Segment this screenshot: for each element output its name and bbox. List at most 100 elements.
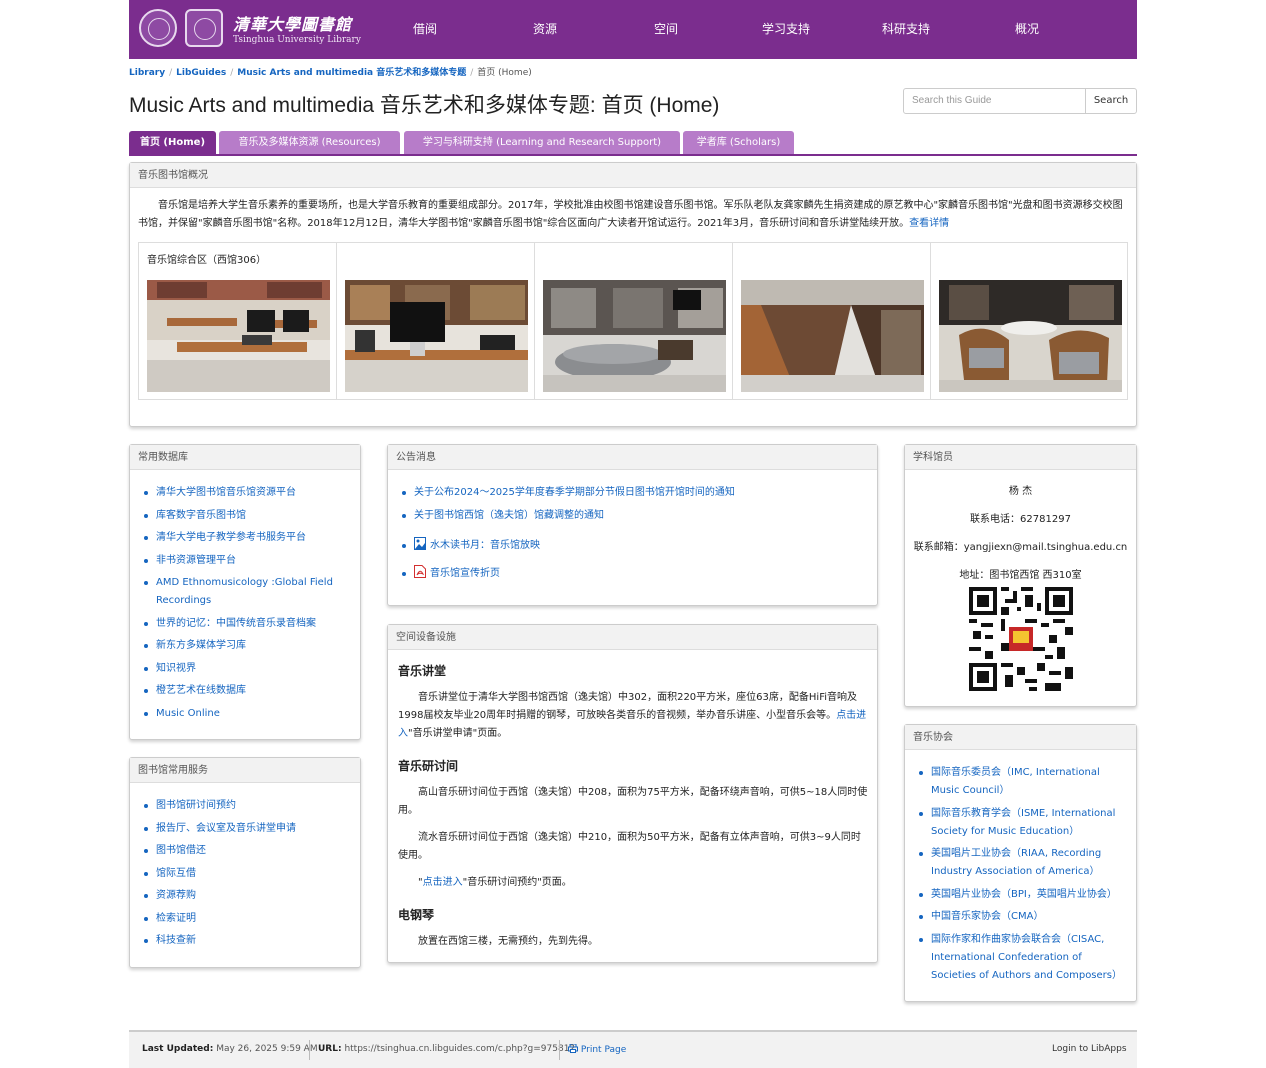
list-item: 世界的记忆：中国传统音乐录音档案 [138,615,353,633]
nav-research-support[interactable]: 科研支持 [882,20,930,37]
association-link[interactable]: 中国音乐家协会（CMA） [931,911,1043,922]
photo-reading-area[interactable] [147,280,330,392]
search-input[interactable]: Search this Guide [903,88,1086,114]
study-room-text-2: 流水音乐研讨间位于西馆（逸夫馆）中210，面积为50平方米，配备有立体声音响，可… [398,832,861,861]
photo-gallery: 音乐馆综合区（西馆306） [138,242,1128,400]
printer-icon [568,1043,578,1055]
database-link[interactable]: 新东方多媒体学习库 [156,640,246,651]
service-link[interactable]: 图书馆研讨间预约 [156,800,236,811]
database-link[interactable]: 清华大学电子教学参考书服务平台 [156,532,306,543]
logo-english-text: Tsinghua University Library [233,35,361,45]
librarian-email: 联系邮箱：yangjiexn@mail.tsinghua.edu.cn [913,542,1128,553]
login-libapps[interactable]: Login to LibApps [1052,1044,1127,1054]
login-libapps-link[interactable]: Login to LibApps [1052,1044,1127,1054]
university-seal-icon [139,9,177,47]
nav-borrow[interactable]: 借阅 [413,20,437,37]
database-link[interactable]: 世界的记忆：中国传统音乐录音档案 [156,618,316,629]
list-item: 报告厅、会议室及音乐讲堂申请 [138,820,353,838]
list-item: 橙艺艺术在线数据库 [138,682,353,700]
library-logo[interactable]: 清華大學圖書館 Tsinghua University Library [137,6,361,52]
tab-learning-research[interactable]: 学习与科研支持 (Learning and Research Support) [404,131,680,155]
tab-resources[interactable]: 音乐及多媒体资源 (Resources) [219,131,400,155]
study-room-heading: 音乐研讨间 [398,759,459,773]
database-link[interactable]: Music Online [156,708,220,719]
notice-link[interactable]: 关于图书馆西馆（逸夫馆）馆藏调整的通知 [414,510,604,521]
databases-panel: 常用数据库 清华大学图书馆音乐馆资源平台 库客数字音乐图书馆 清华大学电子教学参… [129,444,361,740]
pdf-icon [414,564,426,578]
librarian-title: 学科馆员 [905,445,1136,470]
list-item: 库客数字音乐图书馆 [138,507,353,525]
nav-space[interactable]: 空间 [654,20,678,37]
list-item: 中国音乐家协会（CMA） [913,908,1128,926]
list-item: 清华大学电子教学参考书服务平台 [138,529,353,547]
services-list: 图书馆研讨间预约 报告厅、会议室及音乐讲堂申请 图书馆借还 馆际互借 资源荐购 … [138,797,353,950]
databases-title: 常用数据库 [130,445,360,470]
database-link[interactable]: 知识视界 [156,663,196,674]
library-building-icon [185,9,223,47]
database-link[interactable]: 清华大学图书馆音乐馆资源平台 [156,487,296,498]
tab-home[interactable]: 首页 (Home) [129,131,216,155]
overview-title: 音乐图书馆概况 [130,163,1136,188]
guide-url: URL: https://tsinghua.cn.libguides.com/c… [318,1044,576,1054]
nav-about[interactable]: 概况 [1015,20,1039,37]
photo-lounge[interactable] [543,280,726,392]
pdf-link[interactable]: 音乐馆宣传折页 [430,568,500,579]
notices-title: 公告消息 [388,445,877,470]
service-link[interactable]: 资源荐购 [156,890,196,901]
service-link[interactable]: 图书馆借还 [156,845,206,856]
notice-link[interactable]: 关于公布2024～2025学年度春季学期部分节假日图书馆开馆时间的通知 [414,487,735,498]
list-item: 知识视界 [138,660,353,678]
service-link[interactable]: 报告厅、会议室及音乐讲堂申请 [156,823,296,834]
associations-title: 音乐协会 [905,725,1136,750]
wechat-qr-code [969,587,1073,691]
list-item: 国际音乐教育学会（ISME, International Society for… [913,805,1128,841]
association-link[interactable]: 国际音乐教育学会（ISME, International Society for… [931,808,1115,837]
photo-bookshelves[interactable] [741,280,924,392]
search-button[interactable]: Search [1085,88,1137,114]
photo-workstation[interactable] [345,280,528,392]
list-item: 国际音乐委员会（IMC, International Music Council… [913,764,1128,800]
breadcrumb-guide[interactable]: Music Arts and multimedia 音乐艺术和多媒体专题 [237,68,466,78]
list-item: 音乐馆宣传折页 [396,564,866,583]
association-link[interactable]: 美国唱片工业协会（RIAA, Recording Industry Associ… [931,848,1101,877]
image-link[interactable]: 水木读书月：音乐馆放映 [430,540,540,551]
list-item: 图书馆研讨间预约 [138,797,353,815]
breadcrumb-libguides[interactable]: LibGuides [176,68,226,78]
service-link[interactable]: 检索证明 [156,913,196,924]
study-room-booking-link[interactable]: 点击进入 [423,877,463,888]
database-link[interactable]: 非书资源管理平台 [156,555,236,566]
print-page-link[interactable]: Print Page [581,1045,626,1055]
list-item: 水木读书月：音乐馆放映 [396,536,866,555]
study-room-text-1: 高山音乐研讨间位于西馆（逸夫馆）中208，面积为75平方米，配备环绕声音响，可供… [398,787,868,816]
piano-heading: 电钢琴 [398,908,435,922]
database-link[interactable]: 库客数字音乐图书馆 [156,510,246,521]
list-item: 非书资源管理平台 [138,552,353,570]
services-panel: 图书馆常用服务 图书馆研讨间预约 报告厅、会议室及音乐讲堂申请 图书馆借还 馆际… [129,757,361,968]
librarian-address: 地址：图书馆西馆 西310室 [959,570,1082,581]
databases-list: 清华大学图书馆音乐馆资源平台 库客数字音乐图书馆 清华大学电子教学参考书服务平台… [138,484,353,723]
nav-learning-support[interactable]: 学习支持 [762,20,810,37]
list-item: 国际作家和作曲家协会联合会（CISAC, International Confe… [913,931,1128,985]
database-link[interactable]: 橙艺艺术在线数据库 [156,685,246,696]
association-link[interactable]: 国际作家和作曲家协会联合会（CISAC, International Confe… [931,934,1122,981]
association-link[interactable]: 国际音乐委员会（IMC, International Music Council… [931,767,1100,796]
more-details-link[interactable]: 查看详情 [909,218,949,229]
print-page[interactable]: Print Page [568,1043,626,1055]
librarian-phone: 联系电话：62781297 [970,514,1071,525]
list-item: 英国唱片业协会（BPI，英国唱片业协会） [913,886,1128,904]
nav-resources[interactable]: 资源 [533,20,557,37]
service-link[interactable]: 馆际互借 [156,868,196,879]
breadcrumb-library[interactable]: Library [129,68,165,78]
list-item: 关于公布2024～2025学年度春季学期部分节假日图书馆开馆时间的通知 [396,484,866,502]
study-room-link-line: "点击进入"音乐研讨间预约"页面。 [418,877,572,888]
list-item: 资源荐购 [138,887,353,905]
association-link[interactable]: 英国唱片业协会（BPI，英国唱片业协会） [931,889,1117,900]
database-link[interactable]: AMD Ethnomusicology :Global Field Record… [156,577,333,606]
site-header: 清華大學圖書館 Tsinghua University Library 借阅 资… [129,0,1137,59]
list-item: 新东方多媒体学习库 [138,637,353,655]
photo-chairs[interactable] [939,280,1122,392]
page-footer: Last Updated: May 26, 2025 9:59 AM URL: … [129,1030,1137,1068]
service-link[interactable]: 科技查新 [156,935,196,946]
tab-scholars[interactable]: 学者库 (Scholars) [683,131,794,155]
image-icon [414,536,426,550]
